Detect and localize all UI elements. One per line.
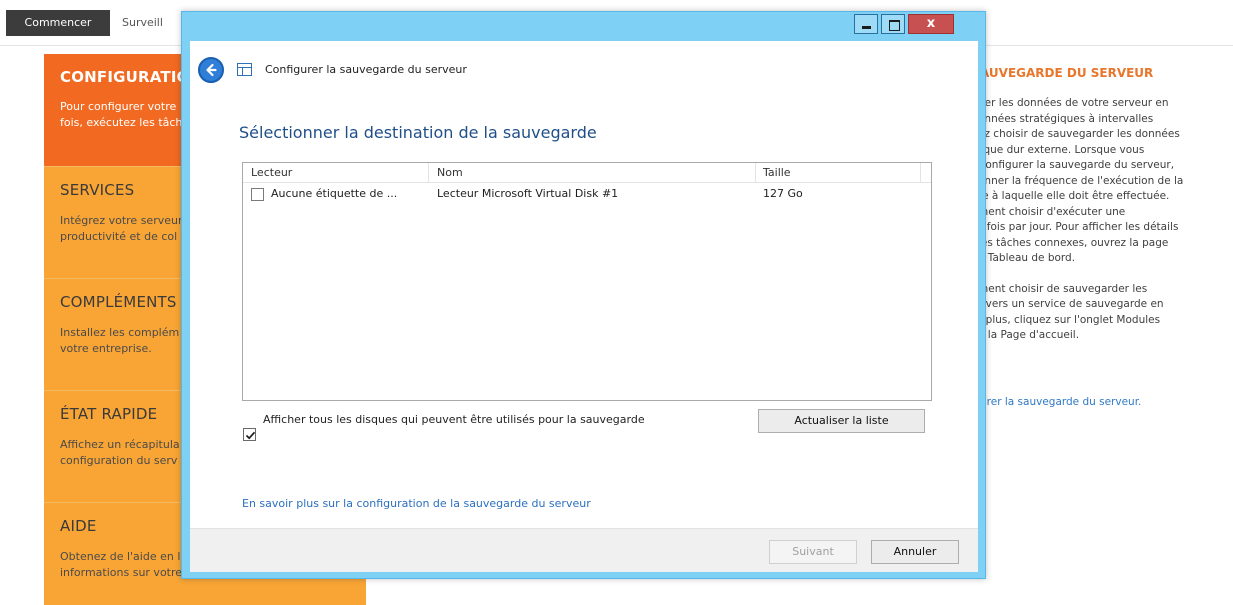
learn-more-link[interactable]: En savoir plus sur la configuration de l… [242, 497, 591, 510]
backup-wizard-window: x Configurer la sauvegarde du serveur Sé… [181, 11, 986, 579]
dialog-title: Configurer la sauvegarde du serveur [265, 63, 467, 76]
back-button[interactable] [198, 57, 224, 83]
right-panel-title: AUVEGARDE DU SERVEUR [980, 66, 1154, 80]
close-button[interactable]: x [908, 14, 954, 34]
table-row[interactable]: Aucune étiquette de ... Lecteur Microsof… [243, 185, 931, 203]
minimize-button[interactable] [854, 14, 878, 34]
dialog-client-area: Configurer la sauvegarde du serveur Séle… [190, 41, 978, 572]
cell-drive: Aucune étiquette de ... [271, 187, 398, 200]
column-divider [428, 163, 429, 183]
backup-table-icon [237, 63, 252, 76]
show-all-disks-label[interactable]: Afficher tous les disques qui peuvent êt… [263, 412, 663, 427]
column-divider [755, 163, 756, 183]
panel-title: SERVICES [60, 181, 135, 199]
desktop-root: Commencer Surveill CONFIGURATION Pour co… [0, 0, 1233, 605]
right-panel-paragraph: ger les données de votre serveur en onné… [978, 97, 1184, 264]
panel-title: ÉTAT RAPIDE [60, 405, 158, 423]
row-checkbox[interactable] [251, 188, 264, 201]
checkmark-icon [245, 431, 256, 440]
cell-size: 127 Go [763, 187, 803, 200]
tab-commencer[interactable]: Commencer [6, 10, 110, 36]
column-header-drive[interactable]: Lecteur [251, 166, 292, 179]
configure-backup-link[interactable]: urer la sauvegarde du serveur. [980, 396, 1141, 408]
show-all-disks-checkbox[interactable] [243, 428, 256, 441]
right-panel-paragraph: ment choisir de sauvegarder les r vers u… [978, 282, 1164, 342]
panel-title: AIDE [60, 517, 97, 535]
back-arrow-icon [206, 63, 217, 77]
tab-surveillance[interactable]: Surveill [110, 10, 173, 36]
page-heading: Sélectionner la destination de la sauveg… [239, 123, 597, 142]
close-icon: x [926, 16, 936, 31]
panel-title: COMPLÉMENTS [60, 293, 177, 311]
list-header: Lecteur Nom Taille [243, 163, 931, 183]
right-panel-body: ger les données de votre serveur en onné… [978, 96, 1230, 359]
column-divider [920, 163, 921, 183]
next-button[interactable]: Suivant [769, 540, 857, 564]
dialog-footer: Suivant Annuler [190, 528, 978, 572]
column-header-name[interactable]: Nom [437, 166, 463, 179]
destination-disk-list[interactable]: Lecteur Nom Taille Aucune étiquette de .… [242, 162, 932, 401]
cancel-button[interactable]: Annuler [871, 540, 959, 564]
maximize-button[interactable] [881, 14, 905, 34]
refresh-list-button[interactable]: Actualiser la liste [758, 409, 925, 433]
cell-name: Lecteur Microsoft Virtual Disk #1 [437, 187, 619, 200]
column-header-size[interactable]: Taille [763, 166, 791, 179]
